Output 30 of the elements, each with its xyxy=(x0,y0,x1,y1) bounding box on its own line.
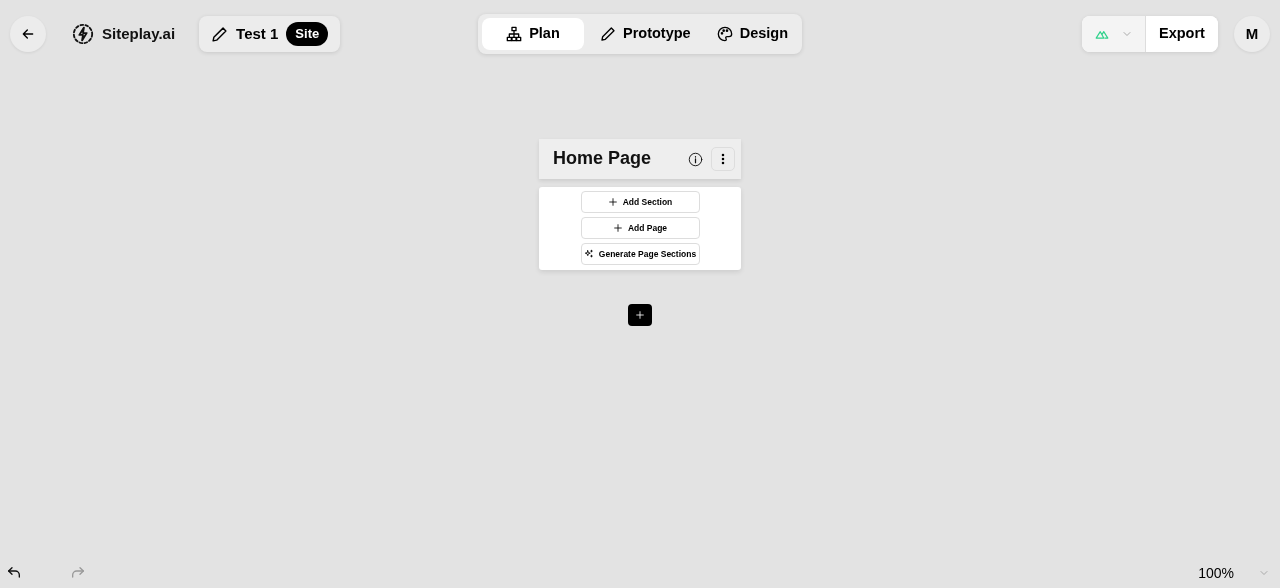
page-title: Home Page xyxy=(553,148,653,170)
info-icon[interactable] xyxy=(688,151,703,167)
add-button[interactable] xyxy=(628,304,652,326)
action-button[interactable]: Add Section xyxy=(580,191,700,213)
plus-icon xyxy=(612,223,623,233)
avatar-button[interactable]: M xyxy=(1234,16,1270,52)
redo-icon xyxy=(70,565,86,581)
action-button[interactable]: Generate Page Sections xyxy=(580,243,700,265)
tab[interactable]: Prototype xyxy=(588,18,701,50)
action-button[interactable]: Add Page xyxy=(580,217,700,239)
project-button[interactable]: Test 1 Site xyxy=(199,16,341,52)
sparkle-icon xyxy=(583,249,594,259)
zoom-dropdown[interactable]: 100% xyxy=(1198,562,1270,584)
back-button[interactable] xyxy=(10,16,46,52)
sitemap-icon xyxy=(506,26,523,42)
tab[interactable]: Plan xyxy=(482,18,584,50)
project-name: Test 1 xyxy=(236,23,279,44)
export-button[interactable]: Export xyxy=(1146,16,1218,52)
site-badge: Site xyxy=(286,22,329,46)
undo-icon xyxy=(6,565,22,581)
back-arrow-icon xyxy=(20,26,36,42)
palette-icon xyxy=(716,26,733,42)
logo-icon xyxy=(72,23,94,45)
pencil-icon xyxy=(211,25,229,43)
undo-button[interactable] xyxy=(6,565,22,581)
plus-icon xyxy=(635,310,645,320)
tab[interactable]: Design xyxy=(704,18,798,50)
plus-icon xyxy=(607,197,618,207)
pencil-icon xyxy=(600,26,616,42)
brand-name: Siteplay.ai xyxy=(102,23,176,44)
